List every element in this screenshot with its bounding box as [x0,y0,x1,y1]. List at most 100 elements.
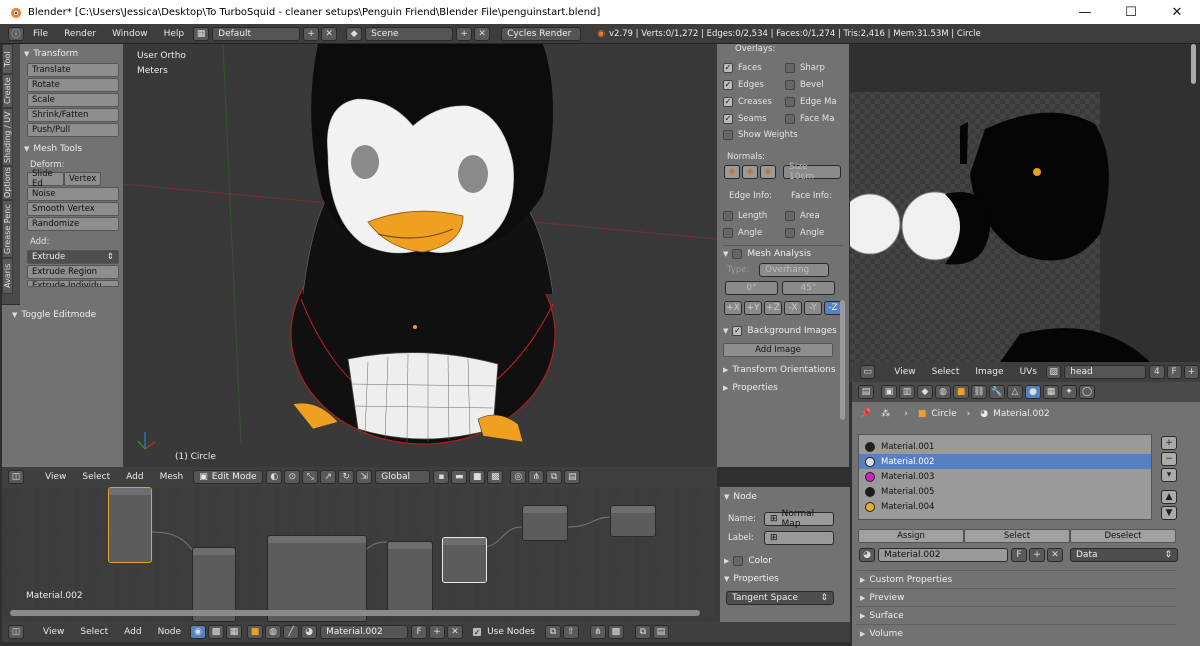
node-scrollbar[interactable] [10,610,700,616]
volume-section[interactable]: ▶ Volume [856,624,1176,642]
node-menu-select[interactable]: Select [72,627,116,637]
bsdf-node[interactable] [522,505,568,541]
snap-mode-icon[interactable]: ▩ [607,625,624,639]
material-name-field[interactable]: Material.002 [878,548,1008,562]
uv-menu-image[interactable]: Image [967,367,1011,377]
axis-minus-y-button[interactable]: -Y [804,301,822,315]
surface-section[interactable]: ▶ Surface [856,606,1176,624]
material-unlink-icon[interactable]: ✕ [1047,548,1063,562]
overlay-seams-toggle[interactable]: ✓ Seams [723,110,785,127]
shader-nodes-icon[interactable]: ◉ [190,625,207,639]
slide-vertex-button[interactable]: Vertex [64,172,101,186]
transform-header[interactable]: ▼ Transform [24,46,119,61]
image-browse-icon[interactable]: ▨ [1046,365,1062,379]
scene-icon[interactable]: ◆ [346,26,363,41]
menu-render[interactable]: Render [56,29,104,39]
image-texture-node[interactable] [108,487,152,563]
object-tab-icon[interactable]: ■ [953,385,969,399]
layout-select[interactable]: Default [212,26,301,41]
snap-node-icon[interactable]: ⋔ [589,625,606,639]
node-fake-user-button[interactable]: F [411,625,428,639]
material-new-icon[interactable]: + [1029,548,1045,562]
move-down-icon[interactable]: ▼ [1161,506,1177,520]
edge-select-icon[interactable]: ▬ [451,470,468,484]
deselect-button[interactable]: Deselect [1070,529,1176,543]
face-select-icon[interactable]: ■ [469,470,486,484]
occlude-icon[interactable]: ▩ [487,470,504,484]
modifiers-tab-icon[interactable]: 🔧 [989,385,1005,399]
editor-type-3d-icon[interactable]: ◫ [8,470,24,484]
maximize-button[interactable]: ☐ [1108,0,1154,24]
viewport-menu-view[interactable]: View [37,472,74,482]
tab-avaris[interactable]: Avaris [2,258,13,294]
remove-slot-icon[interactable]: − [1161,452,1177,466]
specials-menu-icon[interactable]: ▾ [1161,468,1177,482]
uv-image-editor[interactable] [850,44,1200,362]
translate-manipulator-icon[interactable]: ↗ [320,470,337,484]
face-area-toggle[interactable]: Area [785,207,832,224]
add-scene-icon[interactable]: + [456,26,473,41]
properties-header[interactable]: ▶ Properties [723,380,843,395]
uv-menu-uvs[interactable]: UVs [1012,367,1045,377]
orientation-select[interactable]: Global [375,470,431,484]
max-angle-field[interactable]: 45° [782,281,835,295]
separate-node[interactable] [387,541,433,613]
render-engine-select[interactable]: Cycles Render [501,26,582,41]
node-material-new-icon[interactable]: + [429,625,446,639]
mesh-tools-header[interactable]: ▼ Mesh Tools [24,141,119,156]
material-browse-icon[interactable]: ◕ [859,548,875,562]
material-output-node[interactable] [610,505,656,537]
tab-grease-pencil[interactable]: Grease Penc [2,200,13,258]
menu-window[interactable]: Window [104,29,156,39]
data-tab-icon[interactable]: △ [1007,385,1023,399]
scene-tab-icon[interactable]: ◆ [917,385,933,399]
select-button[interactable]: Select [964,529,1070,543]
world-tab-icon[interactable]: ◍ [935,385,951,399]
node-material-unlink-icon[interactable]: ✕ [447,625,464,639]
parent-node-icon[interactable]: ⇧ [562,625,579,639]
push-pull-button[interactable]: Push/Pull [27,123,119,137]
texture-nodes-icon[interactable]: ▦ [226,625,243,639]
use-nodes-checkbox[interactable]: ✓ [472,627,483,637]
randomize-button[interactable]: Randomize [27,217,119,231]
edge-length-toggle[interactable]: Length [723,207,785,224]
extrude-individual-button[interactable]: Extrude Individu [27,280,119,287]
scene-select[interactable]: Scene [365,26,454,41]
material-slot[interactable]: Material.004 [859,499,1151,514]
tab-options[interactable]: Options [2,166,13,200]
normal-size-field[interactable]: Size 10cm [783,162,841,182]
material-tab-icon[interactable]: ● [1025,385,1041,399]
overlay-creases-toggle[interactable]: ✓ Creases [723,93,785,110]
uv-menu-view[interactable]: View [886,367,923,377]
overlay-face-marks-toggle[interactable]: Face Ma [785,110,837,127]
tab-shading-uv[interactable]: Shading / UV [2,108,13,166]
proportional-icon[interactable]: ◎ [510,470,527,484]
editor-type-node-icon[interactable]: ◫ [8,625,24,639]
render-preview-icon[interactable]: ⧉ [546,470,563,484]
line-style-icon[interactable]: ╱ [283,625,300,639]
image-fake-user-button[interactable]: F [1166,365,1182,379]
world-shader-icon[interactable]: ◍ [265,625,282,639]
mode-select[interactable]: ▣ Edit Mode [193,470,264,484]
image-name-field[interactable]: head [1064,365,1147,379]
pin-icon[interactable]: 📌 [860,409,871,419]
move-up-icon[interactable]: ▲ [1161,490,1177,504]
color-section-header[interactable]: ▶ Color [724,553,846,568]
axis-plus-y-button[interactable]: +Y [744,301,762,315]
editor-type-icon[interactable]: ⓘ [8,26,24,41]
axis-plus-x-button[interactable]: +X [724,301,742,315]
axis-plus-z-button[interactable]: +Z [764,301,782,315]
add-image-button[interactable]: Add Image [723,343,833,357]
material-slot[interactable]: Material.003 [859,469,1151,484]
transform-orientations-header[interactable]: ▶ Transform Orientations [723,362,843,377]
node-name-field[interactable]: ⊞ Normal Map [764,509,834,529]
node-editor[interactable]: Material.002 [2,487,720,622]
scale-button[interactable]: Scale [27,93,119,107]
image-users-count[interactable]: 4 [1149,365,1165,379]
loop-normals-icon[interactable]: ◈ [742,165,758,179]
tab-tool[interactable]: Tool [2,44,13,74]
uv-scrollbar[interactable] [1191,44,1196,84]
node-section-header[interactable]: ▼ Node [724,489,846,504]
editor-type-properties-icon[interactable]: ▤ [858,385,874,399]
particles-tab-icon[interactable]: ✦ [1061,385,1077,399]
